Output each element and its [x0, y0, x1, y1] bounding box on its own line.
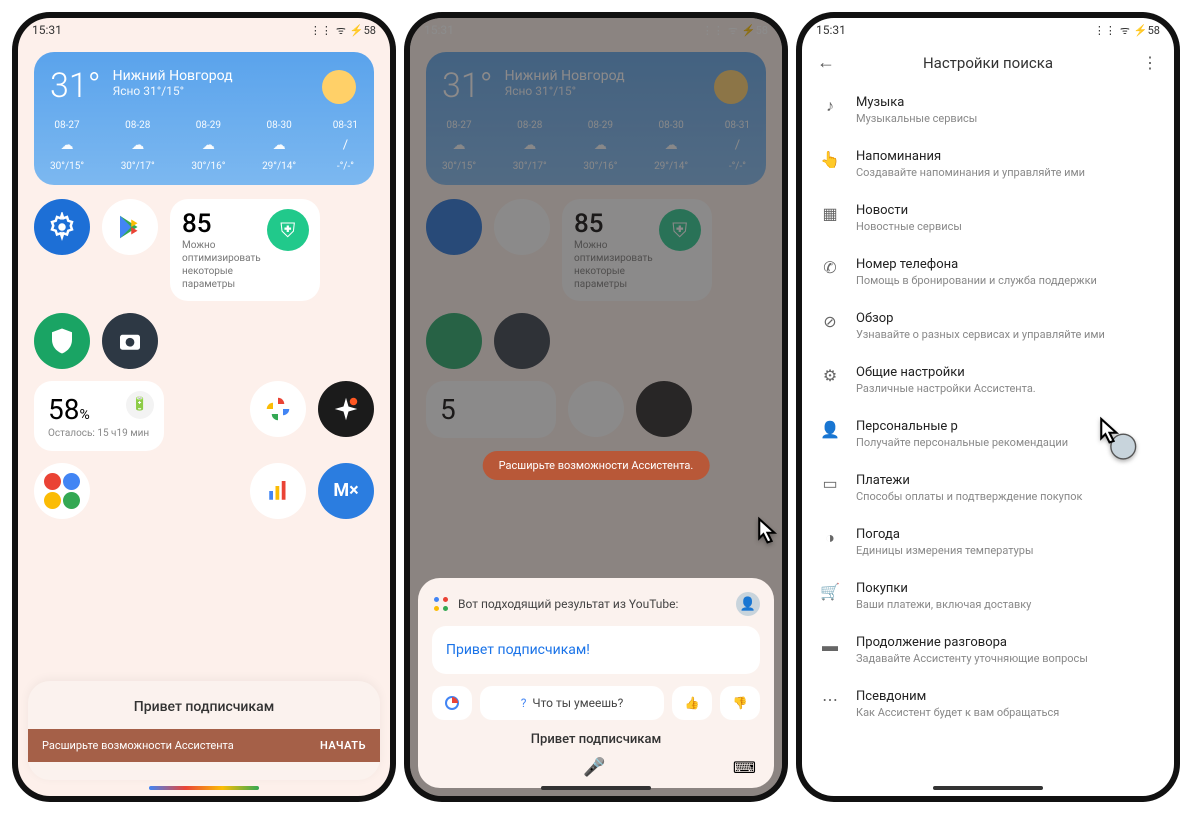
settings-row-1[interactable]: 👆 НапоминанияСоздавайте напоминания и уп…: [802, 137, 1174, 191]
settings-row-5[interactable]: ⚙ Общие настройкиРазличные настройки Асс…: [802, 353, 1174, 407]
thumbs-up-chip[interactable]: 👍: [672, 686, 712, 720]
google-chip[interactable]: [432, 686, 472, 720]
sun-icon: [322, 70, 356, 104]
profile-avatar[interactable]: 👤: [736, 592, 760, 616]
toast: Расширьте возможности Ассистента.: [483, 451, 710, 480]
assistant-result-sheet[interactable]: Вот подходящий результат из YouTube: 👤 П…: [418, 578, 774, 788]
security-app-icon[interactable]: [34, 313, 90, 369]
row-icon: ✆: [820, 258, 840, 277]
play-store-icon[interactable]: [102, 199, 158, 255]
settings-row-9[interactable]: 🛒 ПокупкиВаши платежи, включая доставку: [802, 569, 1174, 623]
assistant-result-text: Вот подходящий результат из YouTube:: [458, 597, 678, 611]
settings-row-7[interactable]: ▭ ПлатежиСпособы оплаты и подтверждение …: [802, 461, 1174, 515]
help-chip[interactable]: ?Что ты умеешь?: [480, 686, 664, 720]
assistant-banner[interactable]: Расширьте возможности Ассистента НАЧАТЬ: [28, 729, 380, 762]
assistant-greeting: Привет подписчикам: [28, 699, 380, 715]
settings-row-4[interactable]: ⊘ ОбзорУзнавайте о разных сервисах и упр…: [802, 299, 1174, 353]
shield-icon: ⛨: [267, 209, 309, 251]
settings-row-2[interactable]: ▦ НовостиНовостные сервисы: [802, 191, 1174, 245]
phone-assistant-expanded: 15:31 ⋮⋮ᯤ⚡58 31° Нижний НовгородЯсно 31°…: [404, 12, 788, 802]
row-icon: 👆: [820, 150, 840, 169]
settings-row-11[interactable]: ⋯ ПсевдонимКак Ассистент будет к вам обр…: [802, 677, 1174, 731]
row-icon: ⊘: [820, 312, 840, 331]
settings-row-6[interactable]: 👤 Персональные рПолучайте персональные р…: [802, 407, 1174, 461]
assistant-query-text: Привет подписчикам: [432, 732, 760, 747]
settings-header: ← Настройки поиска ⋮: [802, 42, 1174, 83]
nav-bar[interactable]: [149, 786, 259, 790]
weather-widget[interactable]: 31° Нижний Новгород Ясно 31°/15° 08-27☁3…: [34, 52, 374, 185]
settings-row-10[interactable]: ▬ Продолжение разговораЗадавайте Ассисте…: [802, 623, 1174, 677]
settings-list[interactable]: ♪ МузыкаМузыкальные сервисы👆 Напоминания…: [802, 83, 1174, 791]
start-button[interactable]: НАЧАТЬ: [320, 739, 366, 752]
assistant-logo-icon: [432, 595, 450, 613]
settings-row-8[interactable]: ◑ ПогодаЕдиницы измерения температуры: [802, 515, 1174, 569]
app-icon-spark[interactable]: [318, 381, 374, 437]
row-icon: ♪: [820, 96, 840, 116]
mic-icon[interactable]: 🎤: [583, 757, 605, 778]
more-button[interactable]: ⋮: [1134, 53, 1166, 72]
weather-city: Нижний Новгород: [113, 68, 233, 84]
row-icon: ⋯: [820, 690, 840, 709]
status-bar: 15:31 ⋮⋮ᯤ⚡58: [802, 18, 1174, 42]
assistant-reply-card[interactable]: Привет подписчикам!: [432, 626, 760, 674]
keyboard-icon[interactable]: ⌨: [733, 758, 756, 777]
weather-forecast: 08-27☁30°/15°08-28☁30°/17°08-29☁30°/16°0…: [50, 118, 358, 175]
app-icon-m[interactable]: M×: [318, 463, 374, 519]
row-icon: ⚙: [820, 366, 840, 385]
analytics-app-icon[interactable]: [250, 463, 306, 519]
row-icon: ▦: [820, 204, 840, 223]
google-folder-icon[interactable]: [34, 463, 90, 519]
battery-icon: 🔋: [126, 391, 154, 419]
optimizer-widget[interactable]: 85 Можно оптимизировать некоторые параме…: [170, 199, 320, 301]
phone-settings: 15:31 ⋮⋮ᯤ⚡58 ← Настройки поиска ⋮ ♪ Музы…: [796, 12, 1180, 802]
phone-homescreen: 15:31 ⋮⋮ᯤ⚡58 31° Нижний Новгород Ясно 31…: [12, 12, 396, 802]
status-bar: 15:31 ⋮⋮ᯤ⚡58: [18, 18, 390, 42]
thumbs-down-chip[interactable]: 👎: [720, 686, 760, 720]
settings-app-icon[interactable]: [34, 199, 90, 255]
battery-widget[interactable]: 🔋 58% Осталось: 15 ч19 мин: [34, 381, 164, 451]
camera-app-icon[interactable]: [102, 313, 158, 369]
settings-row-0[interactable]: ♪ МузыкаМузыкальные сервисы: [802, 83, 1174, 137]
assistant-sheet[interactable]: Привет подписчикам Расширьте возможности…: [28, 681, 380, 780]
row-icon: ◑: [820, 528, 840, 548]
weather-condition: Ясно 31°/15°: [113, 84, 233, 98]
photos-app-icon[interactable]: [250, 381, 306, 437]
row-icon: ▭: [820, 474, 840, 493]
page-title: Настройки поиска: [850, 54, 1126, 72]
row-icon: ▬: [820, 636, 840, 656]
back-button[interactable]: ←: [810, 52, 842, 73]
row-icon: 🛒: [820, 582, 840, 601]
weather-temp: 31°: [50, 66, 101, 106]
settings-row-3[interactable]: ✆ Номер телефонаПомощь в бронировании и …: [802, 245, 1174, 299]
nav-bar[interactable]: [933, 786, 1043, 790]
nav-bar[interactable]: [541, 786, 651, 790]
row-icon: 👤: [820, 420, 840, 439]
